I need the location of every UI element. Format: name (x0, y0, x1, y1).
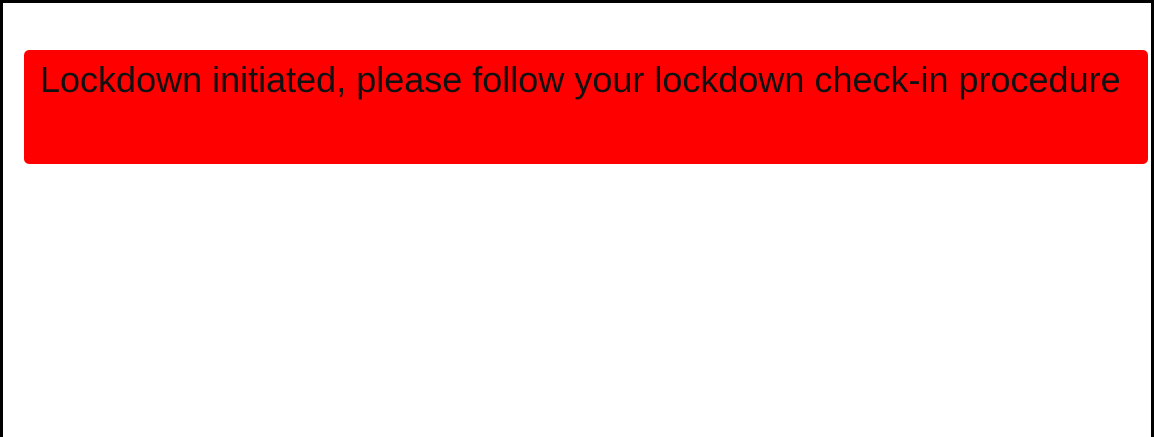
app-frame: Lockdown initiated, please follow your l… (0, 0, 1154, 437)
lockdown-alert-banner: Lockdown initiated, please follow your l… (24, 50, 1148, 164)
lockdown-alert-message: Lockdown initiated, please follow your l… (40, 59, 1121, 100)
